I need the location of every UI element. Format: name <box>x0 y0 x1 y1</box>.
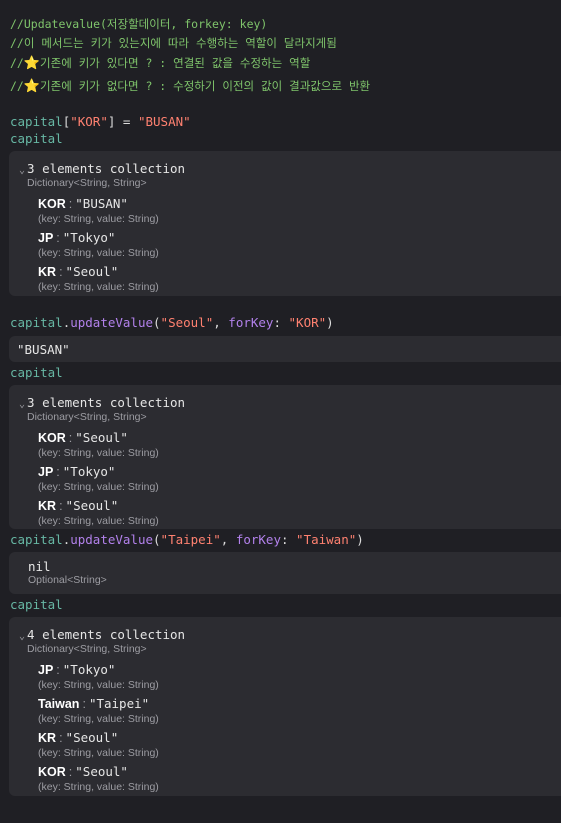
entry-type: (key: String, value: String) <box>38 247 159 259</box>
entry-key: KOR <box>38 431 66 445</box>
code-punct: ( <box>153 315 161 330</box>
collection-header[interactable]: ⌄ 4 elements collection Dictionary<String… <box>19 624 185 655</box>
entry-value: "Seoul" <box>65 498 119 513</box>
dictionary-entry: KOR: "Seoul" (key: String, value: String) <box>38 764 159 793</box>
code-arg-label: forKey <box>235 532 281 547</box>
entry-value: "BUSAN" <box>75 196 128 211</box>
code-string: "Taipei" <box>160 532 221 547</box>
code-variable: capital <box>10 114 63 129</box>
collection-header[interactable]: ⌄ 3 elements collection Dictionary<String… <box>19 158 185 189</box>
entry-value: "Seoul" <box>65 264 119 279</box>
entry-key: KR <box>38 731 57 745</box>
dictionary-entry: KR: "Seoul" (key: String, value: String) <box>38 730 159 759</box>
chevron-down-icon[interactable]: ⌄ <box>19 165 25 176</box>
entry-key: KOR <box>38 197 66 211</box>
collection-title: 3 elements collection <box>27 395 186 410</box>
collection-type: Dictionary<String, String> <box>27 411 147 423</box>
collection-type: Dictionary<String, String> <box>27 177 147 189</box>
entry-type: (key: String, value: String) <box>38 515 159 527</box>
entry-key: KR <box>38 499 57 513</box>
entry-type: (key: String, value: String) <box>38 213 159 225</box>
result-panel-collection-3: ⌄ 4 elements collection Dictionary<String… <box>9 617 561 796</box>
dictionary-entry: KOR: "Seoul" (key: String, value: String) <box>38 430 159 459</box>
collection-title: 3 elements collection <box>27 161 186 176</box>
comment-text: 기존에 키가 없다면 ? : 수정하기 이전의 값이 결과값으로 반환 <box>40 79 371 93</box>
code-line-capital[interactable]: capital <box>10 365 63 380</box>
result-value: "BUSAN" <box>17 342 70 357</box>
entry-key: JP <box>38 663 54 677</box>
code-punct: : <box>273 315 289 330</box>
code-string: "Taiwan" <box>296 532 357 547</box>
entry-key: KR <box>38 265 57 279</box>
code-string: "Seoul" <box>160 315 214 330</box>
comment-prefix: // <box>10 79 24 93</box>
code-variable: capital <box>10 315 63 330</box>
comment-line-4: //⭐기존에 키가 없다면 ? : 수정하기 이전의 값이 결과값으로 반환 <box>10 78 370 94</box>
collection-title: 4 elements collection <box>27 627 186 642</box>
result-type: Optional<String> <box>28 574 107 586</box>
result-panel-collection-1: ⌄ 3 elements collection Dictionary<String… <box>9 151 561 296</box>
code-line-update-1[interactable]: capital.updateValue("Seoul", forKey: "KO… <box>10 315 334 330</box>
comment-prefix: // <box>10 56 24 70</box>
chevron-down-icon[interactable]: ⌄ <box>19 631 25 642</box>
code-punct: , <box>213 315 229 330</box>
entry-value: "Tokyo" <box>62 662 116 677</box>
code-method: updateValue <box>70 315 154 330</box>
chevron-down-icon[interactable]: ⌄ <box>19 399 25 410</box>
entry-type: (key: String, value: String) <box>38 747 159 759</box>
comment-text: 기존에 키가 있다면 ? : 연결된 값을 수정하는 역할 <box>40 56 311 70</box>
dictionary-entry: KR: "Seoul" (key: String, value: String) <box>38 264 159 293</box>
code-punct: ) <box>326 315 334 330</box>
entry-key: Taiwan <box>38 697 80 711</box>
dictionary-entry: Taiwan: "Taipei" (key: String, value: Str… <box>38 696 159 725</box>
code-variable: capital <box>10 532 63 547</box>
dictionary-entry: JP: "Tokyo" (key: String, value: String) <box>38 662 159 691</box>
entry-value: "Tokyo" <box>62 230 116 245</box>
comment-line-3: //⭐기존에 키가 있다면 ? : 연결된 값을 수정하는 역할 <box>10 55 310 71</box>
star-icon: ⭐ <box>23 79 41 94</box>
code-punct: , <box>220 532 236 547</box>
entry-type: (key: String, value: String) <box>38 713 159 725</box>
dictionary-entry: KOR: "BUSAN" (key: String, value: String) <box>38 196 159 225</box>
dictionary-entry: JP: "Tokyo" (key: String, value: String) <box>38 230 159 259</box>
code-line-capital[interactable]: capital <box>10 597 63 612</box>
code-string: "KOR" <box>70 114 108 129</box>
entry-type: (key: String, value: String) <box>38 447 159 459</box>
result-panel-update-1: "BUSAN" <box>9 336 561 362</box>
star-icon: ⭐ <box>23 56 41 71</box>
code-punct: ] = <box>107 114 138 129</box>
entry-type: (key: String, value: String) <box>38 781 159 793</box>
entry-value: "Seoul" <box>75 430 128 445</box>
code-line-update-2[interactable]: capital.updateValue("Taipei", forKey: "T… <box>10 532 364 547</box>
result-panel-update-2: nil Optional<String> <box>9 552 561 594</box>
comment-line-2: //이 메서드는 키가 있는지에 따라 수행하는 역할이 달라지게됨 <box>10 36 337 50</box>
entry-key: JP <box>38 465 54 479</box>
result-panel-collection-2: ⌄ 3 elements collection Dictionary<String… <box>9 385 561 529</box>
comment-line-1: //Updatevalue(저장할데이터, forkey: key) <box>10 17 268 31</box>
dictionary-entry: JP: "Tokyo" (key: String, value: String) <box>38 464 159 493</box>
collection-header[interactable]: ⌄ 3 elements collection Dictionary<String… <box>19 392 185 423</box>
entry-type: (key: String, value: String) <box>38 679 159 691</box>
code-punct: ) <box>356 532 364 547</box>
entry-type: (key: String, value: String) <box>38 481 159 493</box>
code-punct: ( <box>153 532 161 547</box>
entry-key: KOR <box>38 765 66 779</box>
collection-type: Dictionary<String, String> <box>27 643 147 655</box>
optional-result: nil Optional<String> <box>28 559 107 586</box>
code-line-capital[interactable]: capital <box>10 131 63 146</box>
entry-value: "Taipei" <box>88 696 150 711</box>
entry-value: "Seoul" <box>75 764 128 779</box>
code-arg-label: forKey <box>228 315 274 330</box>
entry-type: (key: String, value: String) <box>38 281 159 293</box>
code-method: updateValue <box>70 532 154 547</box>
code-punct: : <box>280 532 297 547</box>
code-string: "KOR" <box>288 315 327 330</box>
entry-key: JP <box>38 231 54 245</box>
code-line-assign[interactable]: capital["KOR"] = "BUSAN" <box>10 114 191 129</box>
code-string: "BUSAN" <box>137 114 191 129</box>
entry-value: "Seoul" <box>65 730 119 745</box>
result-value: nil <box>28 559 51 574</box>
entry-value: "Tokyo" <box>62 464 116 479</box>
dictionary-entry: KR: "Seoul" (key: String, value: String) <box>38 498 159 527</box>
